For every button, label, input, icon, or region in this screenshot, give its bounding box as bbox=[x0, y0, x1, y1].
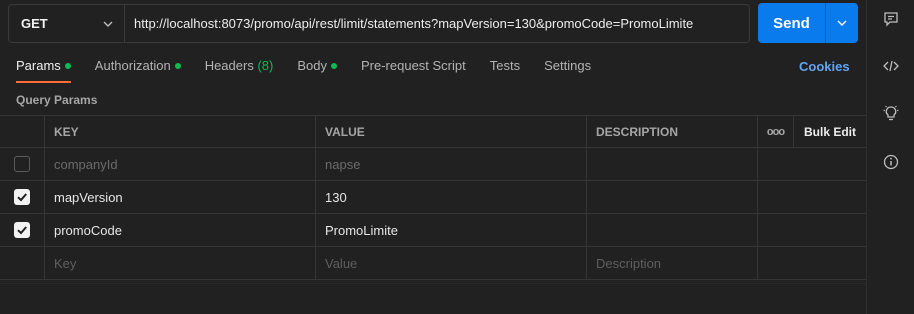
table-row-new: Key Value Description bbox=[0, 247, 866, 280]
cookies-link[interactable]: Cookies bbox=[799, 59, 850, 74]
table-header: KEY VALUE DESCRIPTION ooo Bulk Edit bbox=[0, 115, 866, 148]
new-key-input[interactable]: Key bbox=[45, 247, 316, 279]
new-description-input[interactable]: Description bbox=[587, 247, 758, 279]
check-icon bbox=[17, 226, 27, 235]
row-checkbox[interactable] bbox=[14, 189, 30, 205]
tab-headers[interactable]: Headers (8) bbox=[205, 58, 274, 82]
url-input[interactable]: http://localhost:8073/promo/api/rest/lim… bbox=[125, 5, 749, 42]
row-check-cell bbox=[0, 181, 45, 213]
method-label: GET bbox=[21, 16, 48, 31]
tab-label: Authorization bbox=[94, 58, 171, 73]
more-options-button[interactable]: ooo bbox=[758, 116, 794, 148]
status-dot bbox=[330, 62, 337, 69]
tab-label: Pre-request Script bbox=[360, 58, 466, 73]
info-icon[interactable] bbox=[882, 153, 900, 171]
row-check-cell bbox=[0, 148, 45, 180]
divider bbox=[0, 283, 866, 284]
value-field[interactable]: napse bbox=[316, 148, 587, 180]
method-select[interactable]: GET bbox=[9, 5, 125, 42]
tab-pre-request-script[interactable]: Pre-request Script bbox=[361, 58, 466, 82]
right-sidebar bbox=[866, 0, 914, 314]
tab-body[interactable]: Body bbox=[297, 58, 337, 82]
header-value: VALUE bbox=[316, 116, 587, 148]
send-button[interactable]: Send bbox=[758, 3, 825, 43]
tab-params[interactable]: Params bbox=[16, 58, 71, 83]
table-row: companyId napse bbox=[0, 148, 866, 181]
table-row: mapVersion 130 bbox=[0, 181, 866, 214]
lightbulb-icon[interactable] bbox=[882, 104, 900, 122]
send-options-button[interactable] bbox=[826, 3, 858, 43]
send-button-group: Send bbox=[758, 3, 858, 43]
tab-label: Tests bbox=[489, 58, 521, 73]
value-field[interactable]: PromoLimite bbox=[316, 214, 587, 246]
status-dot bbox=[64, 62, 71, 69]
chevron-down-icon bbox=[837, 20, 847, 26]
section-title: Query Params bbox=[16, 93, 98, 107]
request-bar: GET http://localhost:8073/promo/api/rest… bbox=[8, 4, 750, 43]
key-field[interactable]: promoCode bbox=[45, 214, 316, 246]
row-check-cell bbox=[0, 214, 45, 246]
request-tabs: Params Authorization Headers (8) Body Pr… bbox=[16, 58, 615, 83]
chevron-down-icon bbox=[103, 21, 113, 27]
comment-icon[interactable] bbox=[882, 10, 900, 28]
check-icon bbox=[17, 193, 27, 202]
header-check-cell bbox=[0, 116, 45, 148]
key-field[interactable]: companyId bbox=[45, 148, 316, 180]
new-value-input[interactable]: Value bbox=[316, 247, 587, 279]
table-row: promoCode PromoLimite bbox=[0, 214, 866, 247]
bulk-edit-button[interactable]: Bulk Edit bbox=[794, 116, 866, 148]
tab-tests[interactable]: Tests bbox=[490, 58, 520, 82]
description-field[interactable] bbox=[587, 148, 758, 180]
row-checkbox[interactable] bbox=[14, 222, 30, 238]
tab-label: Body bbox=[297, 58, 327, 73]
header-key: KEY bbox=[45, 116, 316, 148]
tab-label: Settings bbox=[544, 58, 592, 73]
value-field[interactable]: 130 bbox=[316, 181, 587, 213]
header-description: DESCRIPTION bbox=[587, 116, 758, 148]
count-badge: (8) bbox=[257, 58, 274, 73]
description-field[interactable] bbox=[587, 181, 758, 213]
row-check-cell bbox=[0, 247, 45, 279]
description-field[interactable] bbox=[587, 214, 758, 246]
tab-label: Params bbox=[16, 58, 61, 73]
code-icon[interactable] bbox=[882, 57, 900, 75]
more-icon: ooo bbox=[766, 126, 785, 138]
tab-authorization[interactable]: Authorization bbox=[95, 58, 181, 82]
tab-settings[interactable]: Settings bbox=[544, 58, 591, 82]
tab-label: Headers bbox=[204, 58, 254, 73]
status-dot bbox=[174, 62, 181, 69]
row-checkbox[interactable] bbox=[14, 156, 30, 172]
key-field[interactable]: mapVersion bbox=[45, 181, 316, 213]
